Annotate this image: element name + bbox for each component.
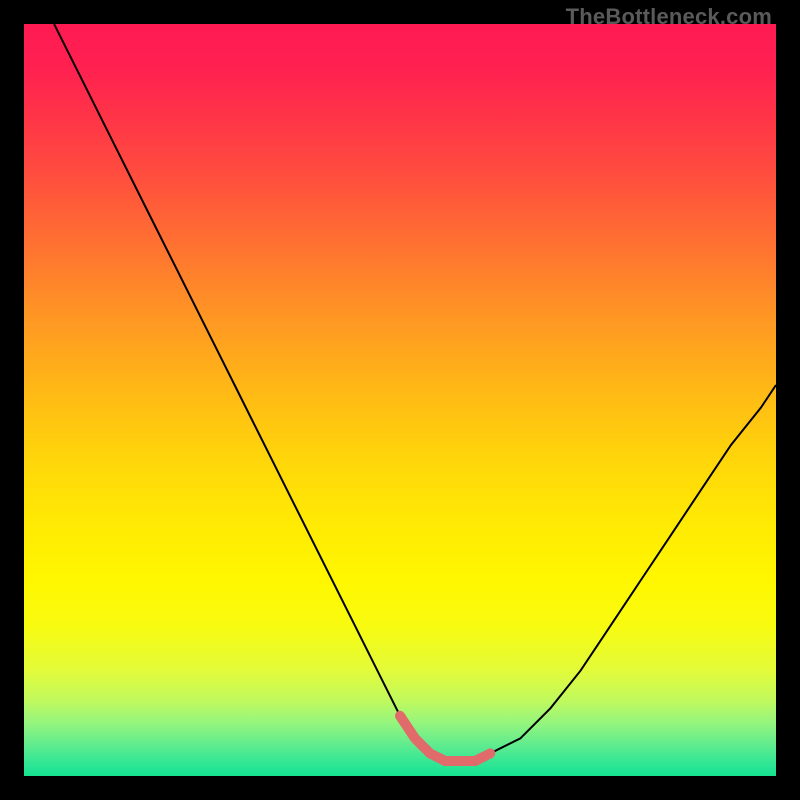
chart-frame: TheBottleneck.com bbox=[0, 0, 800, 800]
optimal-range-highlight bbox=[400, 716, 490, 761]
plot-area bbox=[24, 24, 776, 776]
curve-layer bbox=[24, 24, 776, 776]
bottleneck-curve bbox=[54, 24, 776, 761]
watermark-text: TheBottleneck.com bbox=[566, 4, 772, 30]
